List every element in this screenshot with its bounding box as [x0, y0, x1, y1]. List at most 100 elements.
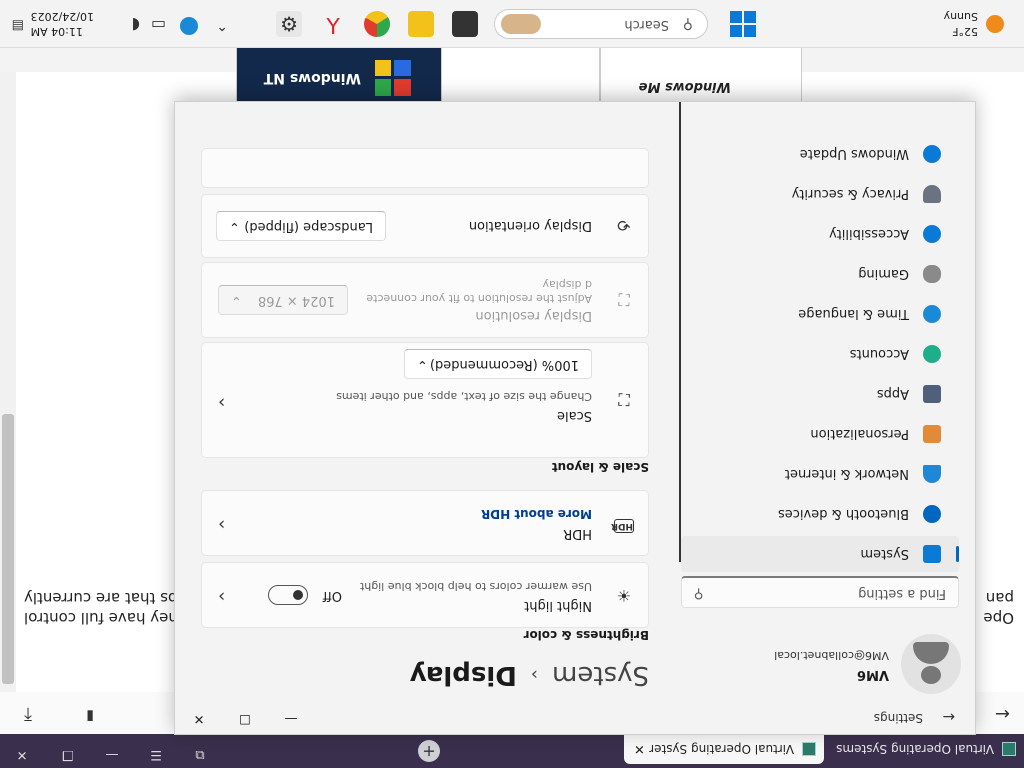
shield-icon	[923, 185, 941, 203]
nav-item-label: Privacy & security	[791, 186, 909, 202]
new-tab-button[interactable]: +	[418, 740, 440, 762]
chrome-icon[interactable]	[364, 11, 390, 37]
nav-item-windows-update[interactable]: Windows Update	[681, 136, 959, 172]
nav-item-apps[interactable]: Apps	[681, 376, 959, 412]
avatar	[901, 634, 961, 694]
more-about-hdr-link[interactable]: More about HDR	[481, 507, 592, 521]
resolution-subtitle: Adjust the resolution to fit your connec…	[366, 292, 592, 305]
accessibility-icon	[923, 225, 941, 243]
page-title: Display	[409, 660, 517, 690]
accounts-icon	[923, 345, 941, 363]
volume-tray-icon[interactable]: ◖	[132, 16, 140, 35]
page-text-line: hey have full control	[24, 609, 178, 627]
avatar-head-icon	[921, 666, 941, 684]
taskbar-search-placeholder: Search	[624, 17, 669, 32]
weather-temp: 52°F	[952, 25, 978, 38]
next-card-partial[interactable]	[201, 148, 649, 188]
settings-close-button[interactable]: ✕	[179, 711, 219, 726]
close-window-icon[interactable]: ✕	[10, 747, 34, 762]
page-text-line: pan	[985, 589, 1014, 607]
minimize-icon[interactable]: —	[100, 747, 124, 762]
settings-titlebar: ← Settings — ☐ ✕	[175, 700, 975, 734]
task-view-icon[interactable]	[452, 11, 478, 37]
nav-item-gaming[interactable]: Gaming	[681, 256, 959, 292]
resolution-card: ⛶ Display resolution Adjust the resoluti…	[201, 262, 649, 338]
gamepad-icon	[923, 265, 941, 283]
network-tray-icon[interactable]: ▭	[151, 16, 166, 35]
settings-title: Settings	[873, 711, 923, 725]
scale-value: 100% (Recommended)	[429, 357, 579, 372]
night-light-subtitle: Use warmer colors to help block blue lig…	[359, 580, 592, 593]
page-scroll-thumb[interactable]	[2, 414, 14, 684]
tab-favicon-icon	[1002, 742, 1016, 756]
nav-item-accessibility[interactable]: Accessibility	[681, 216, 959, 252]
orientation-title: Display orientation	[468, 218, 592, 233]
brightness-icon: ☀	[616, 586, 632, 605]
start-button[interactable]	[730, 11, 756, 37]
nav-item-accounts[interactable]: Accounts	[681, 336, 959, 372]
nav-item-label: Accessibility	[829, 226, 909, 242]
nav-item-label: Time & language	[798, 306, 909, 322]
night-light-title: Night light	[524, 598, 592, 613]
find-setting-input[interactable]: Find a setting ⚲	[681, 576, 959, 608]
resolution-value: 1024 × 768	[257, 293, 335, 308]
profile-name: VM6	[856, 667, 889, 682]
scale-card[interactable]: ⛶ Scale Change the size of text, apps, a…	[201, 342, 649, 458]
avatar-body-icon	[913, 642, 949, 664]
clock[interactable]: 11:04 AM 10/24/2023	[31, 9, 94, 39]
settings-minimize-button[interactable]: —	[271, 711, 311, 726]
hdr-card[interactable]: HDR HDR More about HDR ›	[201, 490, 649, 556]
user-profile[interactable]: VM6 VM6@collabnet.local	[681, 634, 961, 694]
resolution-icon: ⛶	[618, 290, 630, 309]
orientation-dropdown[interactable]: Landscape (flipped) ⌄	[216, 211, 386, 241]
file-explorer-icon[interactable]	[408, 11, 434, 37]
tray-app-icon[interactable]	[180, 17, 198, 35]
chevron-up-icon[interactable]: ⌃	[216, 17, 228, 33]
settings-back-icon[interactable]: ←	[942, 708, 955, 726]
tab-actions-icon[interactable]: ⧉	[188, 747, 212, 762]
nav-item-label: Gaming	[858, 266, 909, 282]
breadcrumb-parent[interactable]: System	[552, 660, 649, 690]
tab-virtual-os-1[interactable]: Virtual Operating Systems	[828, 734, 1024, 764]
hdr-title: HDR	[563, 526, 592, 541]
night-light-card[interactable]: ☀ Night light Use warmer colors to help …	[201, 562, 649, 628]
breadcrumb-separator: ›	[530, 664, 539, 686]
orientation-card[interactable]: ⟲ Display orientation Landscape (flipped…	[201, 194, 649, 258]
nav-item-time-language[interactable]: Time & language	[681, 296, 959, 332]
nav-item-bluetooth[interactable]: Bluetooth & devices	[681, 496, 959, 532]
breadcrumb: System › Display	[410, 660, 649, 690]
acrobat-icon[interactable]: ⅄	[320, 11, 346, 37]
night-light-toggle[interactable]	[268, 585, 308, 605]
clock-date: 10/24/2023	[30, 10, 94, 23]
nav-item-label: Network & internet	[784, 466, 909, 482]
profile-email: VM6@collabnet.local	[774, 649, 889, 662]
chevron-right-icon: ›	[218, 514, 226, 535]
page-text-line: ps that are currently	[24, 589, 178, 607]
tab-close-icon[interactable]: ✕	[634, 742, 645, 757]
nav-item-system[interactable]: System	[681, 536, 959, 572]
notification-icon[interactable]: ▤	[12, 18, 24, 33]
settings-maximize-button[interactable]: ☐	[225, 711, 265, 726]
menu-icon[interactable]: ☰	[144, 747, 168, 762]
sun-icon	[986, 15, 1004, 33]
globe-clock-icon	[923, 305, 941, 323]
settings-app-icon[interactable]: ⚙	[276, 11, 302, 37]
restore-icon[interactable]: ❐	[56, 747, 80, 762]
scroll-top-icon[interactable]: ⤒	[24, 703, 32, 724]
back-icon[interactable]: ←	[995, 703, 1010, 724]
tab-virtual-os-2[interactable]: Virtual Operating Syster ✕	[624, 734, 824, 764]
nav-item-privacy[interactable]: Privacy & security	[681, 176, 959, 212]
scale-dropdown[interactable]: 100% (Recommended) ⌄	[404, 349, 592, 379]
scale-title: Scale	[557, 408, 592, 423]
nav-item-label: System	[860, 546, 909, 562]
bookmark-icon[interactable]: ▮	[86, 708, 94, 724]
taskbar-search[interactable]: ⚲ Search	[494, 9, 708, 39]
nav-item-personalization[interactable]: Personalization	[681, 416, 959, 452]
network-icon	[923, 465, 941, 483]
screen: Virtual Operating Systems Virtual Operat…	[0, 0, 1024, 768]
tab-label: Virtual Operating Syster	[649, 742, 794, 756]
update-icon	[923, 145, 941, 163]
browser-tab-bar: Virtual Operating Systems Virtual Operat…	[0, 734, 1024, 768]
nav-item-network[interactable]: Network & internet	[681, 456, 959, 492]
search-icon: ⚲	[682, 16, 693, 32]
